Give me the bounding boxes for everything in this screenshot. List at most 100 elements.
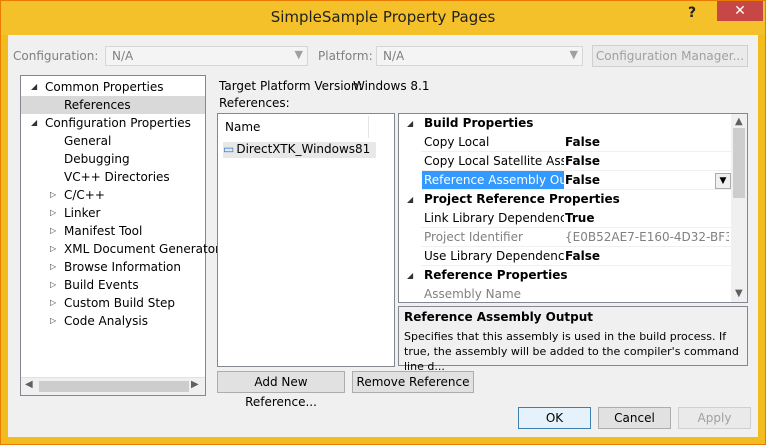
grid-category-label: Build Properties xyxy=(424,116,534,130)
chevron-down-icon: ▼ xyxy=(569,48,578,61)
grid-row[interactable]: Assembly Name xyxy=(399,285,731,302)
property-tree[interactable]: ◢ Common Properties References ◢ Configurati… xyxy=(20,75,220,396)
help-icon[interactable]: ? xyxy=(681,5,703,25)
grid-row[interactable]: Reference Assembly OutputFalse▼ xyxy=(399,171,731,190)
grid-row-value[interactable]: {E0B52AE7-E160-4D32-BF3F-910 xyxy=(565,228,729,247)
grid-row-name: Link Library Dependencies xyxy=(424,211,564,225)
tree-item[interactable]: ▷ Custom Build Step xyxy=(21,294,205,312)
tree-item-label: VC++ Directories xyxy=(64,170,170,184)
tree-item-label: Linker xyxy=(64,206,101,220)
scrollbar-thumb[interactable] xyxy=(733,128,745,198)
collapsed-arrow-icon[interactable]: ▷ xyxy=(50,258,56,276)
tree-item-label: Browse Information xyxy=(64,260,181,274)
grid-row-name: Project Identifier xyxy=(424,230,523,244)
column-header-name[interactable]: Name xyxy=(225,120,260,134)
tree-item[interactable]: References xyxy=(21,96,205,114)
grid-row-value[interactable]: False xyxy=(565,133,729,152)
vertical-scrollbar[interactable]: ▲ ▼ xyxy=(731,114,747,302)
list-item[interactable]: ▭ DirectXTK_Windows81 xyxy=(223,142,377,158)
remove-reference-button[interactable]: Remove Reference xyxy=(352,371,474,393)
grid-row[interactable]: Link Library DependenciesTrue xyxy=(399,209,731,228)
collapsed-arrow-icon[interactable]: ▷ xyxy=(50,222,56,240)
tree-item-label: References xyxy=(21,96,205,114)
dropdown-arrow-icon[interactable]: ▼ xyxy=(715,173,731,189)
tree-item[interactable]: General xyxy=(21,132,205,150)
horizontal-scrollbar[interactable]: ◀ ▶ xyxy=(21,377,205,395)
configuration-value: N/A xyxy=(112,49,134,63)
configuration-manager-button[interactable]: Configuration Manager... xyxy=(592,45,748,67)
scroll-up-icon[interactable]: ▲ xyxy=(735,116,743,127)
apply-button[interactable]: Apply xyxy=(678,407,751,429)
expanded-arrow-icon[interactable]: ◢ xyxy=(31,114,37,132)
add-new-reference-button[interactable]: Add New Reference... xyxy=(217,371,345,409)
chevron-down-icon: ▼ xyxy=(294,48,303,61)
window-title: SimpleSample Property Pages xyxy=(270,8,496,26)
tree-item[interactable]: Debugging xyxy=(21,150,205,168)
tree-item[interactable]: ▷ Linker xyxy=(21,204,205,222)
expanded-arrow-icon[interactable]: ◢ xyxy=(407,190,413,209)
target-platform-label: Target Platform Version: xyxy=(219,79,363,93)
collapsed-arrow-icon[interactable]: ▷ xyxy=(50,312,56,330)
tree-item-label: Custom Build Step xyxy=(64,296,176,310)
tree-item[interactable]: ▷ C/C++ xyxy=(21,186,205,204)
grid-category[interactable]: ◢ Project Reference Properties xyxy=(399,190,731,209)
close-icon[interactable]: ✕ xyxy=(717,1,763,21)
column-divider xyxy=(368,116,369,138)
grid-row[interactable]: Copy Local False xyxy=(399,133,731,152)
title-bar[interactable]: SimpleSample Property Pages ? ✕ xyxy=(1,1,765,35)
collapsed-arrow-icon[interactable]: ▷ xyxy=(50,204,56,222)
grid-row-name: Reference Assembly Output xyxy=(422,171,564,190)
tree-item[interactable]: ▷ Manifest Tool xyxy=(21,222,205,240)
tree-item[interactable]: ◢ Common Properties xyxy=(21,78,205,96)
grid-row-value[interactable]: False xyxy=(565,171,729,190)
tree-item-label: XML Document Generator xyxy=(64,242,220,256)
grid-category[interactable]: ◢ Build Properties xyxy=(399,114,731,133)
expanded-arrow-icon[interactable]: ◢ xyxy=(407,114,413,133)
reference-icon: ▭ xyxy=(223,142,235,156)
tree-item[interactable]: ▷ Build Events xyxy=(21,276,205,294)
grid-row-name: Assembly Name xyxy=(424,287,522,301)
grid-row[interactable]: Project Identifier {E0B52AE7-E160-4D32-BF… xyxy=(399,228,731,247)
tree-item[interactable]: ▷ Browse Information xyxy=(21,258,205,276)
tree-item-label: Debugging xyxy=(64,152,130,166)
grid-row[interactable]: Copy Local Satellite AssembliesFalse xyxy=(399,152,731,171)
property-grid[interactable]: ◢ Build Properties Copy Local False Copy Loc… xyxy=(398,113,748,303)
expanded-arrow-icon[interactable]: ◢ xyxy=(407,266,413,285)
grid-category[interactable]: ◢ Reference Properties xyxy=(399,266,731,285)
platform-value: N/A xyxy=(383,49,405,63)
configuration-label: Configuration: xyxy=(13,49,99,63)
references-label: References: xyxy=(219,96,290,110)
grid-row-name: Copy Local xyxy=(424,135,490,149)
cancel-button[interactable]: Cancel xyxy=(598,407,671,429)
tree-item[interactable]: VC++ Directories xyxy=(21,168,205,186)
tree-item-label: Code Analysis xyxy=(64,314,148,328)
collapsed-arrow-icon[interactable]: ▷ xyxy=(50,276,56,294)
grid-row-name: Use Library Dependency Inputs xyxy=(424,249,564,263)
scroll-down-icon[interactable]: ▼ xyxy=(735,288,743,299)
description-text: Specifies that this assembly is used in … xyxy=(404,330,739,373)
collapsed-arrow-icon[interactable]: ▷ xyxy=(50,186,56,204)
property-pages-window: SimpleSample Property Pages ? ✕ Configur… xyxy=(0,0,766,445)
scroll-left-icon[interactable]: ◀ xyxy=(25,379,33,390)
collapsed-arrow-icon[interactable]: ▷ xyxy=(50,294,56,312)
collapsed-arrow-icon[interactable]: ▷ xyxy=(50,240,56,258)
scroll-right-icon[interactable]: ▶ xyxy=(191,379,199,390)
grid-row-value[interactable]: True xyxy=(565,209,729,228)
platform-combo[interactable]: N/A ▼ xyxy=(376,46,583,66)
description-title: Reference Assembly Output xyxy=(404,310,594,324)
tree-item[interactable]: ▷ Code Analysis xyxy=(21,312,205,330)
grid-category-label: Reference Properties xyxy=(424,268,568,282)
tree-item[interactable]: ▷ XML Document Generator xyxy=(21,240,220,258)
ok-button[interactable]: OK xyxy=(518,407,591,429)
tree-item-label: Build Events xyxy=(64,278,139,292)
expanded-arrow-icon[interactable]: ◢ xyxy=(31,78,37,96)
grid-row[interactable]: Use Library Dependency InputsFalse xyxy=(399,247,731,266)
configuration-combo[interactable]: N/A ▼ xyxy=(105,46,308,66)
tree-item-label: Common Properties xyxy=(45,80,164,94)
scrollbar-thumb[interactable] xyxy=(39,381,189,392)
tree-item-label: C/C++ xyxy=(64,188,105,202)
grid-row-value[interactable]: False xyxy=(565,247,729,266)
references-list[interactable]: Name ▭ DirectXTK_Windows81 xyxy=(217,113,395,367)
grid-row-value[interactable]: False xyxy=(565,152,729,171)
tree-item[interactable]: ◢ Configuration Properties xyxy=(21,114,205,132)
